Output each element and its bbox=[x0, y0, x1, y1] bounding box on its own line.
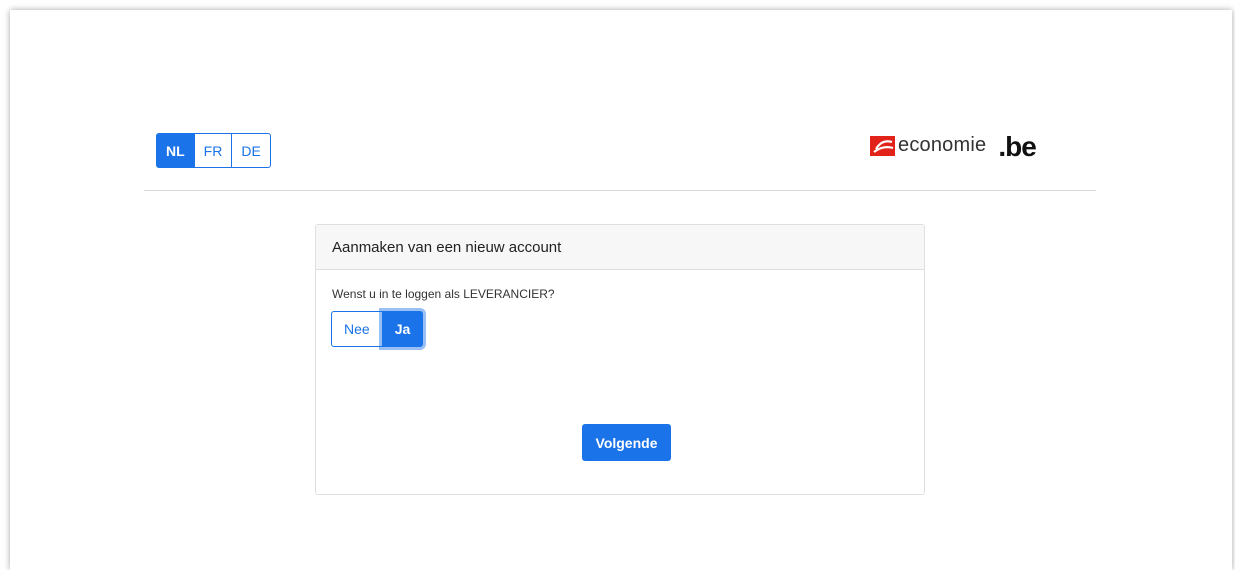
yes-button[interactable]: Ja bbox=[381, 311, 424, 347]
page-header: NL FR DE economie .be bbox=[144, 120, 1096, 191]
lang-button-de[interactable]: DE bbox=[231, 133, 271, 168]
yes-no-toggle: Nee Ja bbox=[331, 311, 424, 347]
logo-be-text: .be bbox=[998, 131, 1036, 162]
economie-logo-icon bbox=[870, 136, 895, 156]
account-card: Aanmaken van een nieuw account Wenst u i… bbox=[315, 224, 925, 495]
economie-be-logo[interactable]: economie .be bbox=[870, 130, 1037, 162]
no-button[interactable]: Nee bbox=[331, 311, 383, 347]
language-switcher: NL FR DE bbox=[156, 133, 271, 168]
lang-button-fr[interactable]: FR bbox=[193, 133, 233, 168]
logo-text: economie bbox=[898, 133, 987, 156]
lang-button-nl[interactable]: NL bbox=[156, 133, 195, 168]
browser-window: NL FR DE economie .be Aanmaken van een n… bbox=[10, 10, 1232, 570]
supplier-question: Wenst u in te loggen als LEVERANCIER? bbox=[332, 287, 555, 301]
card-title: Aanmaken van een nieuw account bbox=[316, 225, 924, 270]
next-button[interactable]: Volgende bbox=[582, 424, 671, 461]
